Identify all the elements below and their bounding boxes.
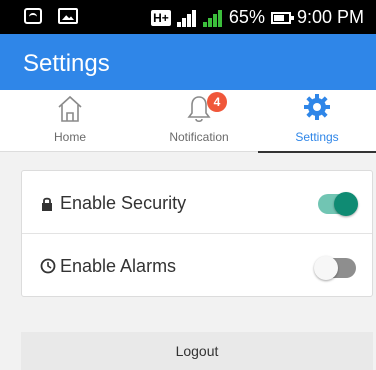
setting-row-security: Enable Security	[22, 171, 372, 234]
wifi-icon	[24, 8, 42, 24]
battery-percent: 65%	[228, 7, 265, 27]
security-toggle[interactable]	[318, 192, 358, 216]
alarm-icon	[40, 258, 56, 274]
tab-notification-label: Notification	[169, 130, 229, 144]
setting-label-alarms: Enable Alarms	[60, 256, 177, 276]
signal-2-icon	[202, 9, 223, 27]
gallery-icon	[58, 8, 78, 24]
logout-button[interactable]: Logout	[21, 332, 373, 370]
page-title: Settings	[23, 50, 110, 77]
signal-icon	[176, 9, 197, 27]
status-left	[24, 8, 78, 24]
alarms-toggle[interactable]	[314, 256, 356, 280]
tab-settings[interactable]: Settings	[258, 90, 376, 153]
status-right: H+ 65% 9:00 PM	[150, 7, 364, 28]
toggle-knob	[334, 192, 358, 216]
home-icon	[58, 95, 82, 122]
clock-time: 9:00 PM	[296, 7, 364, 27]
toggle-knob	[314, 256, 338, 280]
status-bar: H+ 65% 9:00 PM	[0, 0, 376, 34]
network-type-icon: H+	[150, 9, 171, 26]
lock-icon	[42, 197, 52, 211]
tab-settings-label: Settings	[295, 130, 339, 144]
settings-card: Enable Security Enable Alarms	[21, 170, 373, 297]
setting-row-alarms: Enable Alarms	[22, 234, 372, 297]
app-bar: Settings	[0, 34, 376, 90]
setting-label-security: Enable Security	[60, 193, 187, 213]
tab-home-label: Home	[53, 130, 86, 144]
gear-icon	[304, 94, 330, 120]
tab-notification[interactable]: Notification	[140, 90, 258, 152]
tab-bar: Home Notification Settings	[0, 90, 376, 153]
tab-home[interactable]: Home	[0, 90, 140, 152]
active-tab-indicator	[258, 151, 376, 153]
battery-icon	[270, 11, 294, 24]
notification-badge: 4	[207, 92, 227, 112]
